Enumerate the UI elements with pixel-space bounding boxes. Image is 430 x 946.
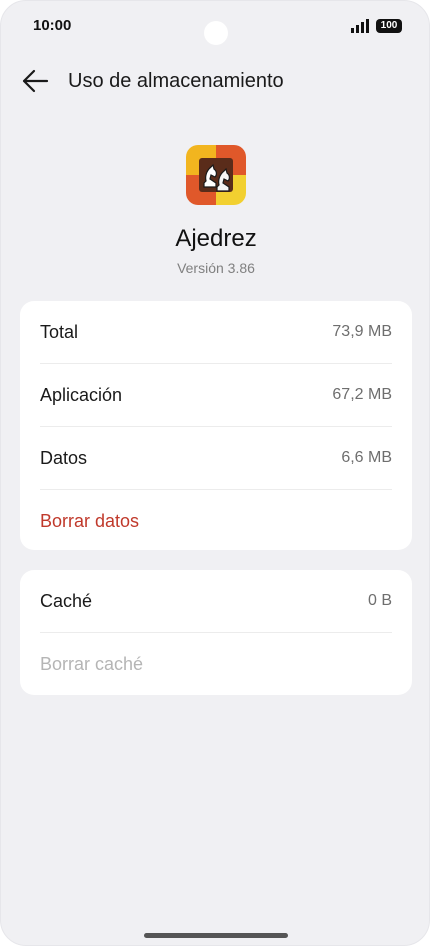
row-value: 6,6 MB bbox=[341, 449, 392, 466]
phone-screen: 10:00 100 Uso de almacenamiento Ajedrez … bbox=[0, 0, 430, 946]
row-label: Total bbox=[40, 322, 79, 342]
clear-data-row: Borrar datos bbox=[40, 490, 392, 552]
row-label: Aplicación bbox=[40, 385, 123, 405]
back-arrow-icon[interactable] bbox=[21, 67, 49, 95]
clear-cache-button[interactable]: Borrar caché bbox=[40, 633, 143, 695]
row-value: 0 B bbox=[367, 592, 392, 609]
row-value: 73,9 MB bbox=[332, 323, 392, 340]
battery-icon: 100 bbox=[376, 19, 402, 33]
status-time: 10:00 bbox=[33, 17, 72, 34]
storage-row-total: Total 73,9 MB bbox=[40, 301, 392, 364]
app-version: Versión 3.86 bbox=[177, 260, 255, 276]
storage-row-data: Datos 6,6 MB bbox=[40, 427, 392, 490]
clear-cache-row: Borrar caché bbox=[40, 633, 392, 695]
front-camera bbox=[204, 21, 228, 45]
row-label: Caché bbox=[40, 591, 93, 611]
clear-data-button[interactable]: Borrar datos bbox=[40, 490, 139, 552]
page-title: Uso de almacenamiento bbox=[68, 70, 284, 92]
row-label: Datos bbox=[40, 448, 88, 468]
signal-icon bbox=[351, 19, 369, 33]
storage-row-app: Aplicación 67,2 MB bbox=[40, 364, 392, 427]
home-indicator[interactable] bbox=[144, 933, 288, 938]
storage-card: Total 73,9 MB Aplicación 67,2 MB Datos 6… bbox=[20, 301, 412, 550]
chess-app-icon bbox=[186, 145, 246, 205]
cache-card: Caché 0 B Borrar caché bbox=[20, 570, 412, 695]
row-value: 67,2 MB bbox=[332, 386, 392, 403]
cache-row: Caché 0 B bbox=[40, 570, 392, 633]
app-name: Ajedrez bbox=[175, 225, 257, 252]
